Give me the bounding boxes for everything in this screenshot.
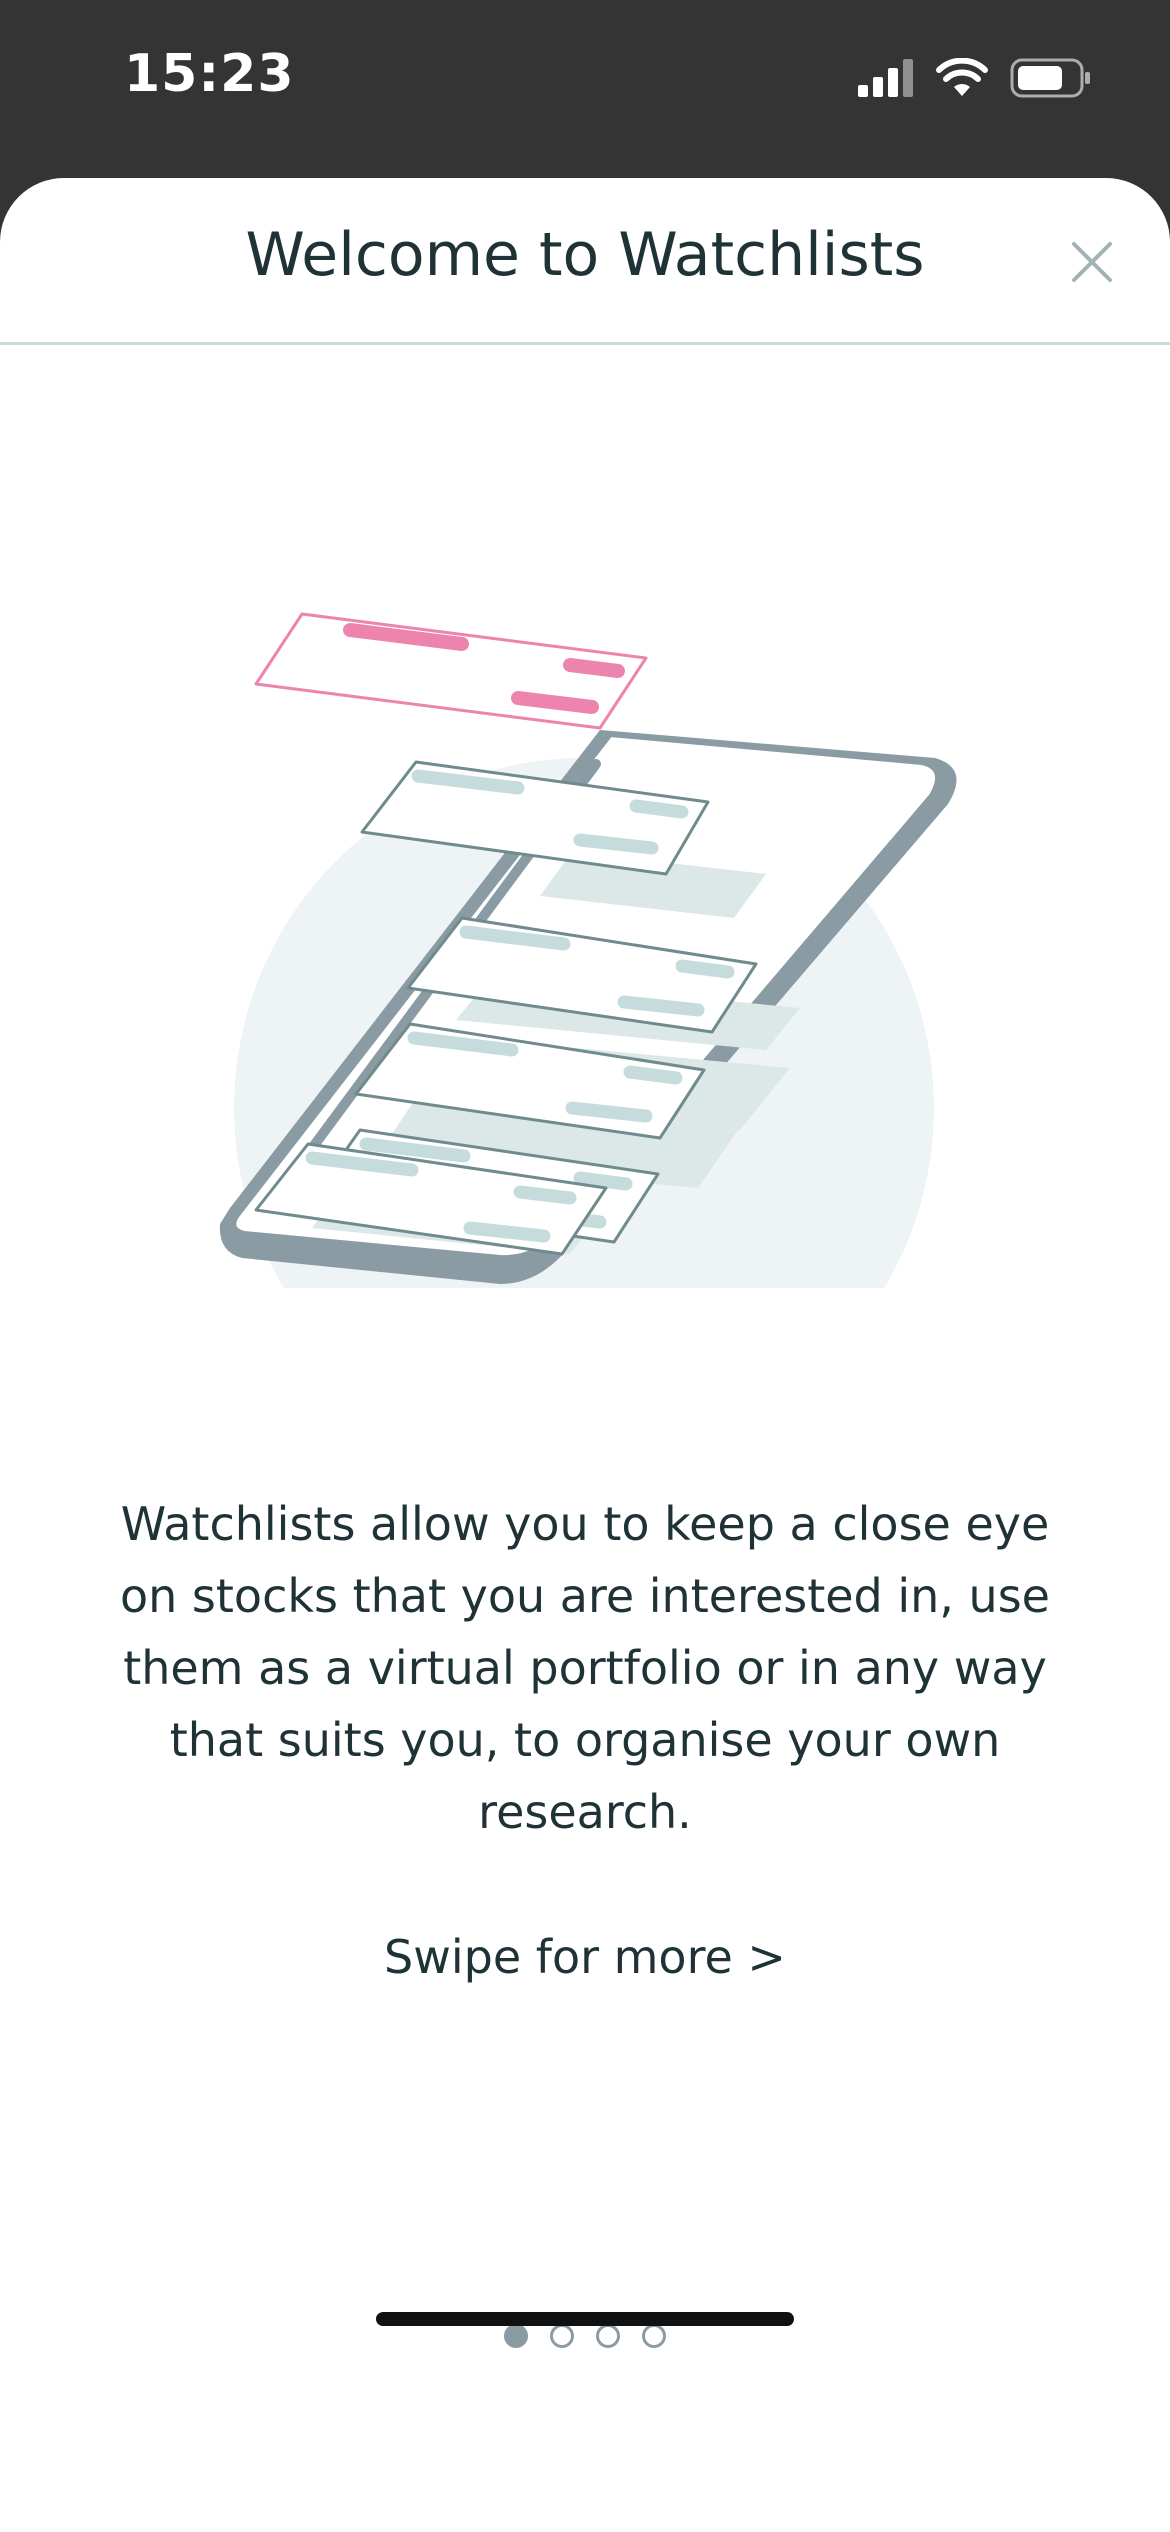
page-dot-3[interactable] <box>596 2324 620 2348</box>
description-text: Watchlists allow you to keep a close eye… <box>120 1497 1050 1839</box>
highlighted-card <box>254 612 648 730</box>
close-icon[interactable] <box>1070 240 1114 284</box>
close-button[interactable] <box>1056 226 1128 298</box>
signal-icon <box>858 59 913 97</box>
onboarding-sheet: Welcome to Watchlists Watchlists allow y… <box>0 178 1170 2532</box>
watchlist-illustration <box>219 612 957 1288</box>
sheet-header: Welcome to Watchlists <box>0 178 1170 345</box>
home-indicator[interactable] <box>376 2312 794 2326</box>
page-title: Welcome to Watchlists <box>245 220 925 290</box>
status-bar: 15:23 <box>0 0 1170 180</box>
page-indicator <box>0 2324 1170 2348</box>
status-time: 15:23 <box>124 44 295 104</box>
page-dot-1[interactable] <box>504 2324 528 2348</box>
wifi-icon <box>936 58 988 96</box>
page-dot-2[interactable] <box>550 2324 574 2348</box>
page-dot-4[interactable] <box>642 2324 666 2348</box>
swipe-hint[interactable]: Swipe for more > <box>0 1930 1170 1984</box>
battery-icon <box>1010 58 1090 98</box>
status-icons <box>858 56 1092 100</box>
